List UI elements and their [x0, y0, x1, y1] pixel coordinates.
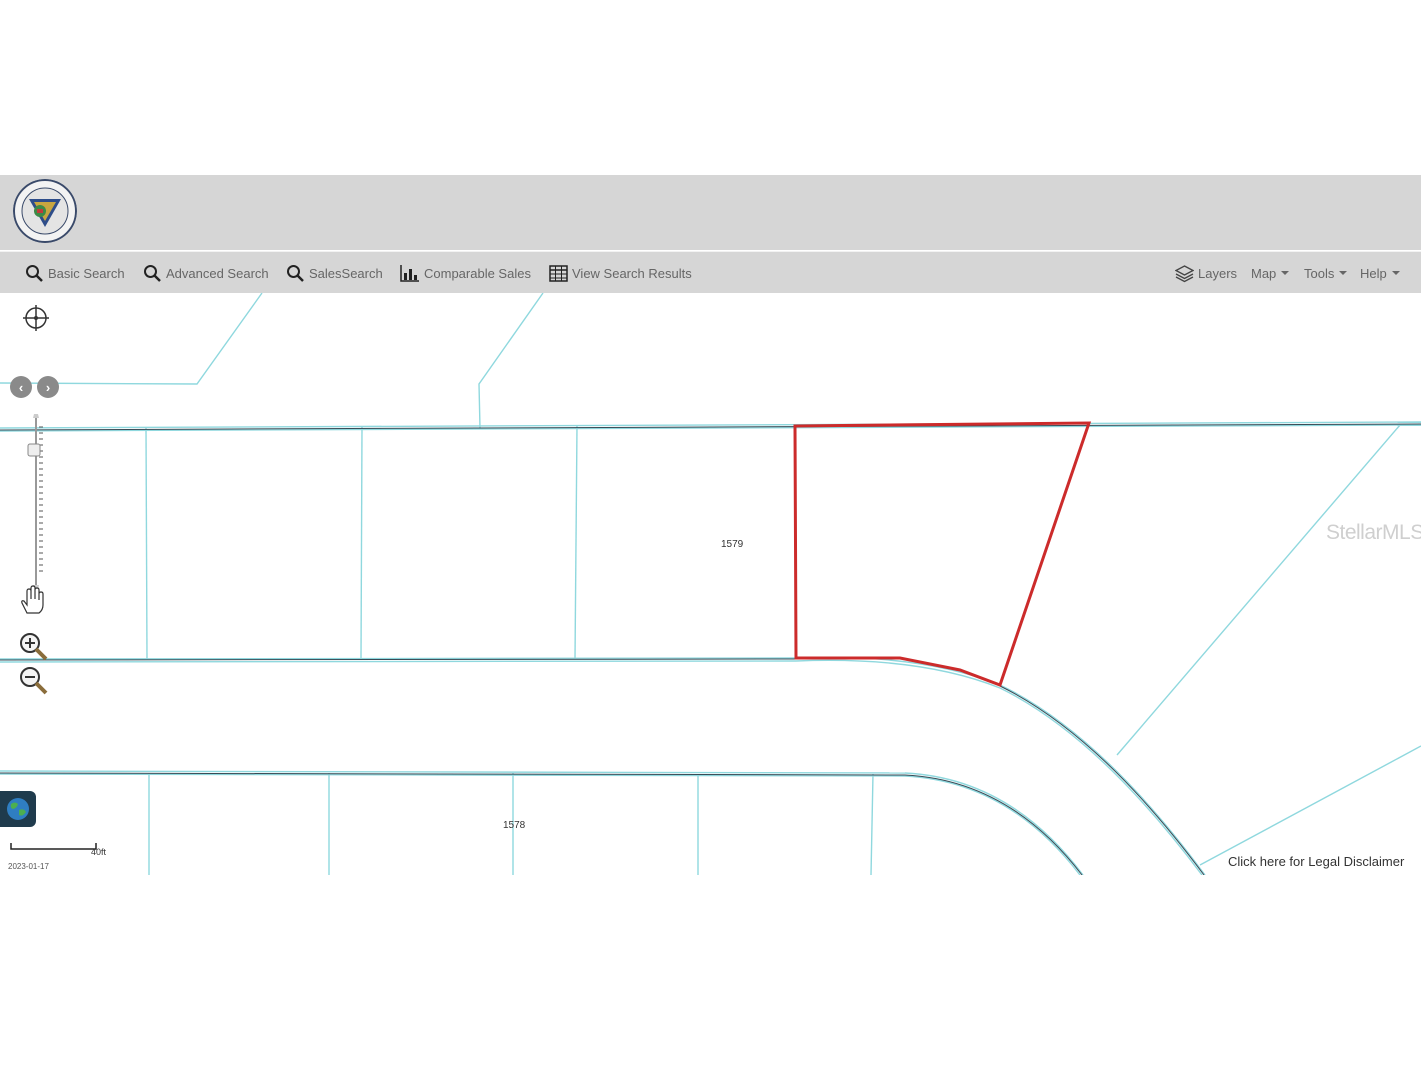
help-menu-label: Help — [1360, 265, 1387, 281]
tools-menu-label: Tools — [1304, 265, 1335, 281]
legal-disclaimer-link[interactable]: Click here for Legal Disclaimer — [1228, 854, 1404, 869]
subject-parcel-outline — [793, 421, 1092, 687]
stellar-mls-watermark: StellarMLS — [1326, 521, 1421, 544]
layers-button[interactable]: Layers — [1175, 252, 1237, 294]
search-icon — [144, 264, 161, 282]
locate-crosshair-icon[interactable] — [22, 304, 50, 332]
bar-chart-icon — [400, 265, 419, 282]
parcel-lines — [0, 293, 1421, 875]
advanced-search-button[interactable]: Advanced Search — [143, 252, 269, 294]
next-extent-button[interactable]: › — [37, 376, 59, 398]
advanced-search-label: Advanced Search — [166, 265, 269, 281]
caret-down-icon — [1339, 271, 1348, 275]
sales-search-button[interactable]: SalesSearch — [286, 252, 383, 294]
basemap-globe-button[interactable] — [0, 791, 36, 827]
scale-label: 40ft — [91, 847, 107, 857]
map-menu-dropdown[interactable]: Map — [1251, 252, 1290, 294]
header-banner — [0, 175, 1421, 250]
basic-search-label: Basic Search — [48, 265, 125, 281]
chevron-left-icon: ‹ — [18, 379, 24, 395]
main-toolbar: Basic Search Advanced Search SalesSearch… — [0, 251, 1421, 294]
zoom-in-icon[interactable] — [18, 631, 48, 661]
globe-icon — [7, 798, 29, 820]
caret-down-icon — [1281, 271, 1290, 275]
layers-icon — [1175, 264, 1194, 282]
previous-extent-button[interactable]: ‹ — [10, 376, 32, 398]
search-icon — [26, 264, 43, 282]
map-canvas[interactable]: ‹ › 1579 1578 StellarMLS 40ft 2023-01-17… — [0, 293, 1421, 875]
view-search-results-button[interactable]: View Search Results — [549, 252, 692, 294]
pan-hand-icon[interactable] — [19, 585, 47, 615]
zoom-out-icon[interactable] — [18, 665, 48, 695]
layers-label: Layers — [1198, 265, 1238, 281]
sales-search-label: SalesSearch — [309, 265, 383, 281]
parcel-label-1578: 1578 — [503, 820, 526, 831]
comparable-sales-button[interactable]: Comparable Sales — [400, 252, 531, 294]
comparable-sales-label: Comparable Sales — [424, 265, 531, 281]
parcel-label-1579: 1579 — [721, 539, 744, 550]
zoom-slider[interactable] — [25, 413, 47, 593]
tools-menu-dropdown[interactable]: Tools — [1304, 252, 1348, 294]
map-menu-label: Map — [1251, 265, 1277, 281]
search-icon — [287, 264, 304, 282]
basic-search-button[interactable]: Basic Search — [25, 252, 125, 294]
table-icon — [549, 264, 568, 282]
caret-down-icon — [1391, 271, 1400, 275]
property-appraiser-seal-logo[interactable] — [13, 179, 77, 243]
chevron-right-icon: › — [45, 379, 51, 395]
view-search-results-label: View Search Results — [572, 265, 692, 281]
map-date: 2023-01-17 — [8, 862, 49, 871]
help-menu-dropdown[interactable]: Help — [1360, 252, 1400, 294]
scale-bar — [10, 843, 97, 850]
